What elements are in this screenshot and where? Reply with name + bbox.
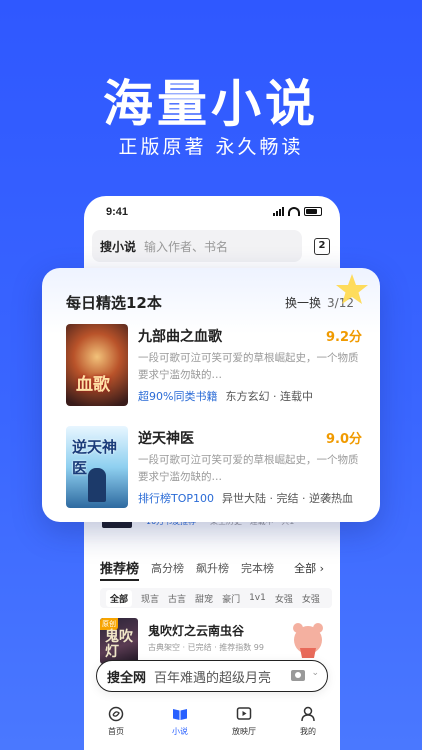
book-meta: 东方玄幻 · 连载中 — [225, 390, 313, 403]
book-description: 一段可歌可泣可笑可爱的草根崛起史，一个物质要求宁滥勿缺的… — [138, 454, 359, 483]
chevron-down-icon[interactable]: ⌄ — [311, 668, 319, 678]
book-score: 9.0分 — [325, 432, 362, 447]
hero-subtitle: 正版原著 永久畅读 — [118, 136, 304, 158]
book-meta: 异世大陆 · 完结 · 逆袭热血 — [222, 492, 353, 505]
wifi-icon — [288, 207, 300, 216]
tab-mine[interactable]: 我的 — [276, 704, 340, 750]
status-bar: 9:41 — [106, 206, 322, 220]
book-meta: 古典架空 · 已完结 · 推荐指数 99 — [148, 643, 264, 652]
video-icon — [236, 707, 252, 720]
tab-count-button[interactable]: 2 — [314, 238, 330, 255]
home-icon — [108, 706, 124, 722]
book-cover: 原创 鬼吹灯 — [100, 618, 138, 664]
cover-figure — [88, 468, 106, 502]
tab-theater[interactable]: 放映厅 — [212, 704, 276, 750]
chip[interactable]: 甜宠 — [195, 592, 213, 605]
tab-mine-label: 我的 — [300, 727, 316, 736]
tab-novel-label: 小说 — [172, 727, 188, 736]
search-label: 搜小说 — [100, 239, 137, 254]
book-item[interactable]: 血歌 九部曲之血歌 9.2分 一段可歌可泣可笑可爱的草根崛起史，一个物质要求宁滥… — [66, 324, 362, 408]
book-meta-row: 超90%同类书籍 东方玄幻 · 连载中 — [138, 388, 313, 404]
chip[interactable]: 女强 — [275, 592, 293, 605]
book-title: 鬼吹灯之云南虫谷 — [148, 624, 245, 638]
star-icon — [336, 274, 368, 304]
search-row: 搜小说 输入作者、书名 2 — [92, 230, 332, 262]
battery-icon — [304, 207, 322, 216]
mascot-icon — [293, 623, 323, 658]
chip[interactable]: 古言 — [168, 592, 186, 605]
signal-icon — [273, 207, 284, 216]
cover-title: 鬼吹灯 — [105, 629, 133, 660]
bottom-tabbar: 首页 小说 放映厅 我的 — [84, 704, 340, 750]
global-search-label: 搜全网 — [107, 670, 147, 686]
chip-all[interactable]: 全部 — [106, 589, 133, 607]
view-all-link[interactable]: 全部 › — [294, 560, 324, 576]
refresh-label: 换一换 — [285, 296, 322, 310]
tab-high-score[interactable]: 高分榜 — [151, 560, 184, 576]
status-time: 9:41 — [106, 206, 129, 218]
daily-picks-card: 每日精选12本 换一换 3/12 血歌 九部曲之血歌 9.2分 一段可歌可泣可笑可… — [42, 268, 380, 522]
tab-recommend[interactable]: 推荐榜 — [100, 558, 140, 581]
book-score: 9.2分 — [325, 330, 362, 345]
tab-rising[interactable]: 飙升榜 — [196, 560, 229, 576]
chip[interactable]: 1v1 — [249, 593, 266, 603]
profile-icon — [301, 706, 315, 722]
camera-icon[interactable] — [291, 670, 305, 681]
ranking-tabs: 推荐榜 高分榜 飙升榜 完本榜 全部 › — [100, 558, 324, 581]
search-placeholder: 输入作者、书名 — [144, 239, 229, 254]
ranking-list-item[interactable]: 原创 鬼吹灯 鬼吹灯之云南虫谷 古典架空 · 已完结 · 推荐指数 99 — [100, 618, 324, 664]
hero-title: 海量小说 — [103, 75, 319, 133]
tab-theater-label: 放映厅 — [232, 727, 256, 736]
global-search-query: 百年难遇的超级月亮 — [154, 670, 272, 686]
book-meta-row: 排行榜TOP100 异世大陆 · 完结 · 逆袭热血 — [138, 490, 353, 506]
category-chips: 全部 现言 古言 甜宠 豪门 1v1 女强 女强 — [100, 588, 332, 608]
book-title: 逆天神医 — [138, 431, 194, 447]
book-highlight: 排行榜TOP100 — [138, 492, 215, 505]
book-cover: 逆天神医 — [66, 426, 128, 508]
book-cover: 血歌 — [66, 324, 128, 406]
chip[interactable]: 现言 — [141, 592, 159, 605]
global-search-input[interactable]: 搜全网 百年难遇的超级月亮 ⌄ — [96, 660, 328, 692]
tab-completed[interactable]: 完本榜 — [241, 560, 274, 576]
cover-title: 血歌 — [76, 375, 110, 395]
tab-home[interactable]: 首页 — [84, 704, 148, 750]
book-highlight: 超90%同类书籍 — [138, 390, 218, 403]
chip[interactable]: 女强 — [302, 592, 320, 605]
tab-home-label: 首页 — [108, 727, 124, 736]
search-input[interactable]: 搜小说 输入作者、书名 — [92, 230, 302, 262]
book-description: 一段可歌可泣可笑可爱的草根崛起史，一个物质要求宁滥勿缺的… — [138, 352, 359, 381]
ranking-section: 推荐榜 高分榜 飙升榜 完本榜 全部 › 全部 现言 古言 甜宠 豪门 1v1 … — [92, 544, 332, 668]
chip[interactable]: 豪门 — [222, 592, 240, 605]
tab-novel[interactable]: 小说 — [148, 704, 212, 750]
book-icon — [173, 709, 187, 720]
daily-picks-title: 每日精选12本 — [66, 294, 162, 312]
book-title: 九部曲之血歌 — [138, 329, 222, 345]
book-item[interactable]: 逆天神医 逆天神医 9.0分 一段可歌可泣可笑可爱的草根崛起史，一个物质要求宁滥… — [66, 426, 362, 510]
